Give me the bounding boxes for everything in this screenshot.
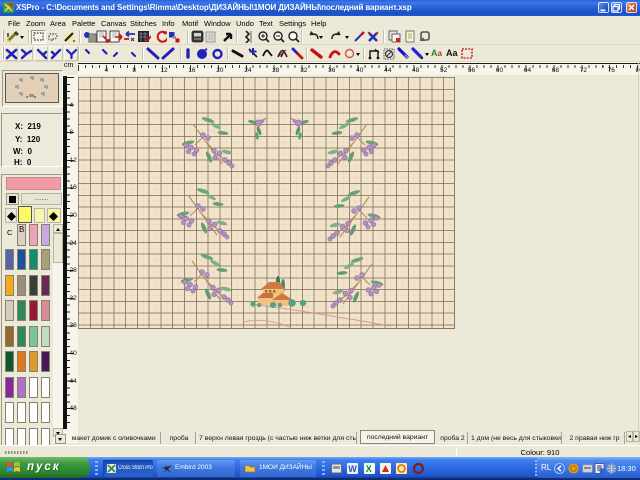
svg-text:X: X	[366, 464, 372, 474]
svg-text:W: W	[348, 464, 357, 474]
